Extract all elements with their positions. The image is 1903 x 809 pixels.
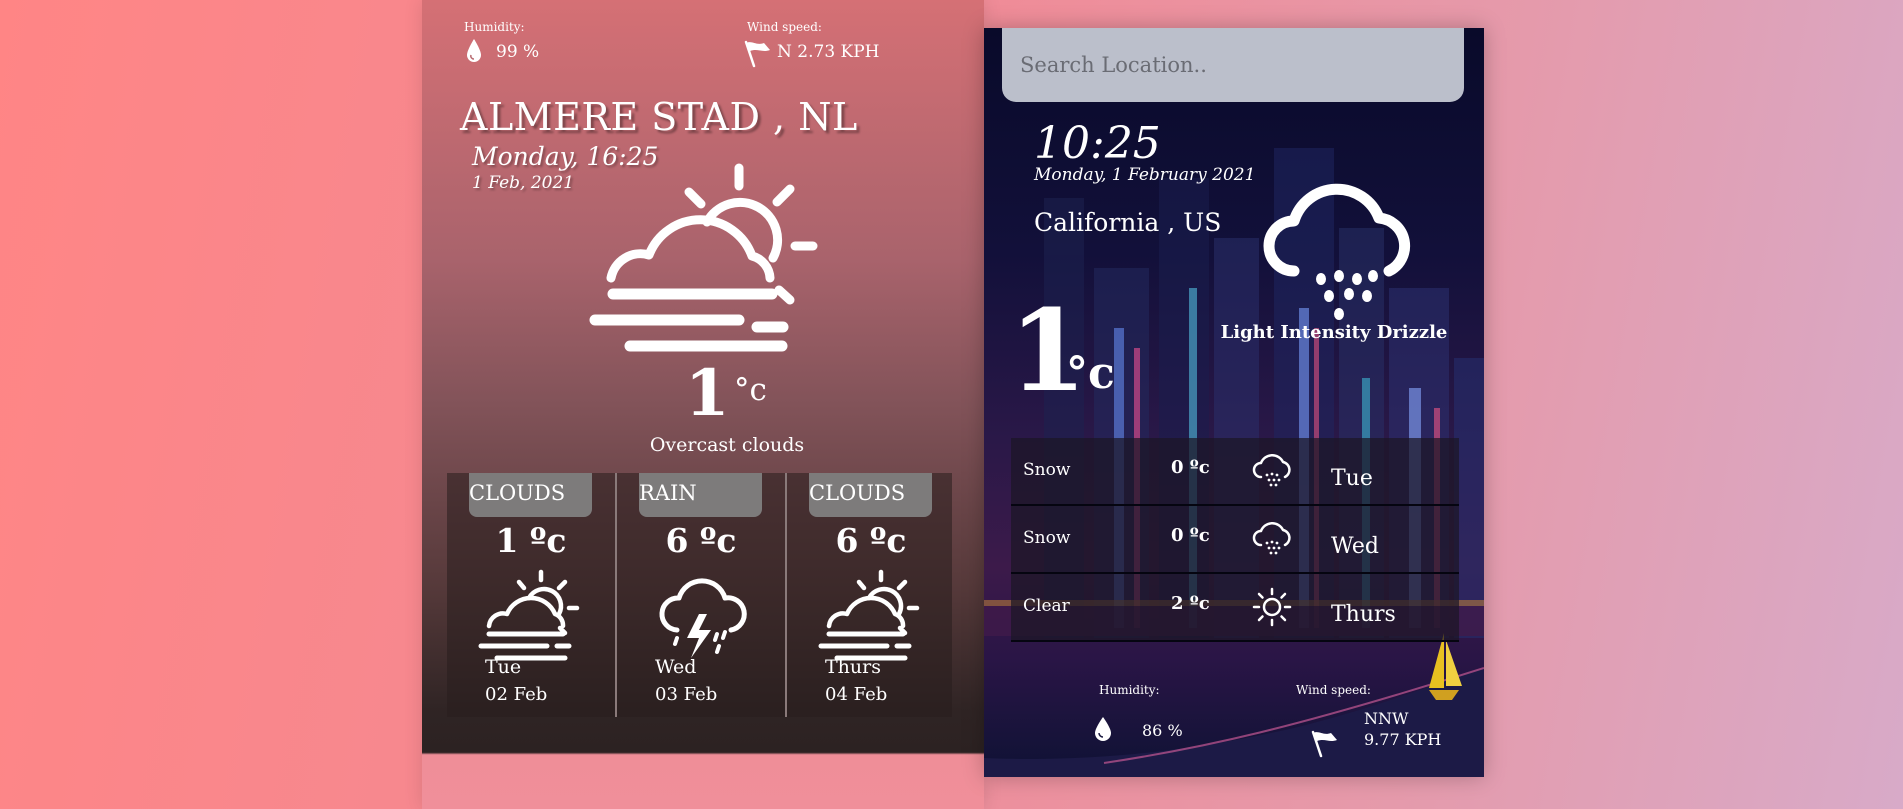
forecast-description: Snow — [1023, 460, 1071, 480]
forecast-tag: CLOUDS — [809, 481, 906, 505]
forecast-temp: 0 ºc — [1171, 525, 1210, 546]
wind-flag-icon — [1311, 730, 1337, 758]
sun-icon — [1252, 587, 1292, 627]
snow-cloud-icon — [1252, 522, 1291, 555]
forecast-temp: 6 ºc — [835, 521, 907, 560]
forecast-day-3: CLOUDS 6 ºc Thurs 04 Feb — [787, 473, 955, 717]
forecast-day: Tue — [1331, 466, 1373, 491]
forecast-description: Clear — [1023, 596, 1070, 616]
forecast-description: Snow — [1023, 528, 1071, 548]
wind-value: N 2.73 KPH — [777, 42, 880, 62]
forecast-temp: 0 ºc — [1171, 457, 1210, 478]
forecast-day-1: CLOUDS 1 ºc Tue 02 Feb — [447, 473, 615, 717]
wind-speed: 9.77 KPH — [1364, 730, 1442, 749]
forecast-day: Wed — [655, 656, 697, 678]
forecast-temp: 2 ºc — [1171, 593, 1210, 614]
forecast-day: Thurs — [1331, 602, 1396, 627]
forecast-date: 03 Feb — [655, 684, 718, 705]
humidity-label: Humidity: — [1099, 683, 1160, 697]
current-temperature: 1 — [685, 356, 730, 431]
forecast-temp: 6 ºc — [665, 521, 737, 560]
current-date: Monday, 1 February 2021 — [1034, 165, 1256, 185]
temperature-unit: °c — [1066, 348, 1115, 399]
wind-label: Wind speed: — [747, 20, 822, 34]
forecast-day: Thurs — [825, 656, 881, 678]
forecast-row: Clear 2 ºc Thurs — [1011, 574, 1459, 642]
humidity-drop-icon — [1095, 717, 1111, 741]
search-location-input[interactable] — [1002, 28, 1464, 102]
right-weather-card: 10:25 Monday, 1 February 2021 California… — [984, 28, 1484, 777]
wind-flag-icon — [744, 40, 770, 68]
wind-label: Wind speed: — [1296, 683, 1371, 697]
weather-description: Light Intensity Drizzle — [1220, 322, 1448, 343]
thunderstorm-icon — [659, 578, 747, 658]
forecast-list: Snow 0 ºc Tue Snow 0 ºc Wed Clear 2 ºc T… — [1011, 438, 1459, 668]
humidity-value: 86 % — [1142, 721, 1183, 740]
wind-direction: NNW — [1364, 709, 1409, 728]
city-name: ALMERE STAD , NL — [460, 95, 858, 139]
forecast-tag: RAIN — [639, 481, 697, 505]
forecast-row: Snow 0 ºc Tue — [1011, 438, 1459, 506]
forecast-panel: CLOUDS 1 ºc Tue 02 Feb RAIN 6 ºc Wed 03 … — [447, 473, 952, 717]
forecast-temp: 1 ºc — [495, 521, 567, 560]
forecast-date: 02 Feb — [485, 684, 548, 705]
forecast-day: Tue — [485, 656, 522, 678]
left-weather-card: Humidity: 99 % Wind speed: N 2.73 KPH AL… — [422, 0, 984, 809]
partly-cloudy-fog-icon — [589, 163, 818, 352]
partly-cloudy-fog-icon — [478, 569, 580, 661]
snow-cloud-icon — [1252, 454, 1291, 487]
search-box — [1002, 28, 1464, 102]
forecast-row: Snow 0 ºc Wed — [1011, 506, 1459, 574]
forecast-date: 04 Feb — [825, 684, 888, 705]
humidity-drop-icon — [467, 39, 481, 62]
forecast-day-2: RAIN 6 ºc Wed 03 Feb — [617, 473, 785, 717]
forecast-tag: CLOUDS — [469, 481, 566, 505]
partly-cloudy-fog-icon — [818, 569, 920, 661]
humidity-label: Humidity: — [464, 20, 525, 34]
current-time: 10:25 — [1034, 118, 1161, 169]
temperature-unit: °c — [734, 372, 767, 408]
weather-description: Overcast clouds — [649, 434, 805, 456]
city-name: California , US — [1034, 208, 1222, 237]
drizzle-icon — [1263, 183, 1411, 320]
current-date: 1 Feb, 2021 — [472, 173, 575, 193]
forecast-day: Wed — [1331, 534, 1379, 559]
humidity-value: 99 % — [496, 42, 540, 62]
